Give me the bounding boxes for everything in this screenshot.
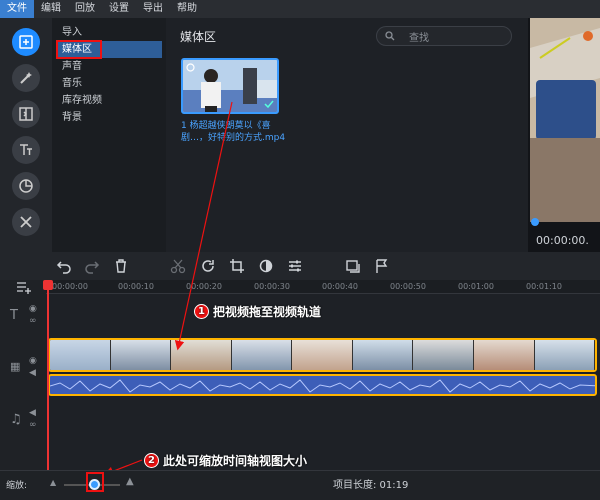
annotation-arrows — [103, 101, 233, 476]
annotation-1: 1 把视频拖至视频轨道 — [194, 303, 321, 320]
zoom-slider-knob[interactable] — [89, 479, 100, 490]
annotation-text: 把视频拖至视频轨道 — [213, 305, 322, 319]
zoom-label: 缩放: — [6, 481, 28, 491]
zoom-in-icon[interactable]: ▲ — [126, 476, 134, 487]
annotation-text: 此处可缩放时间轴视图大小 — [163, 454, 308, 468]
project-length: 项目长度: 01:19 — [333, 480, 409, 491]
annotation-badge: 1 — [194, 304, 209, 319]
annotation-badge: 2 — [144, 453, 159, 468]
zoom-out-icon[interactable]: ▲ — [50, 478, 56, 487]
annotation-2: 2 此处可缩放时间轴视图大小 — [144, 452, 307, 469]
